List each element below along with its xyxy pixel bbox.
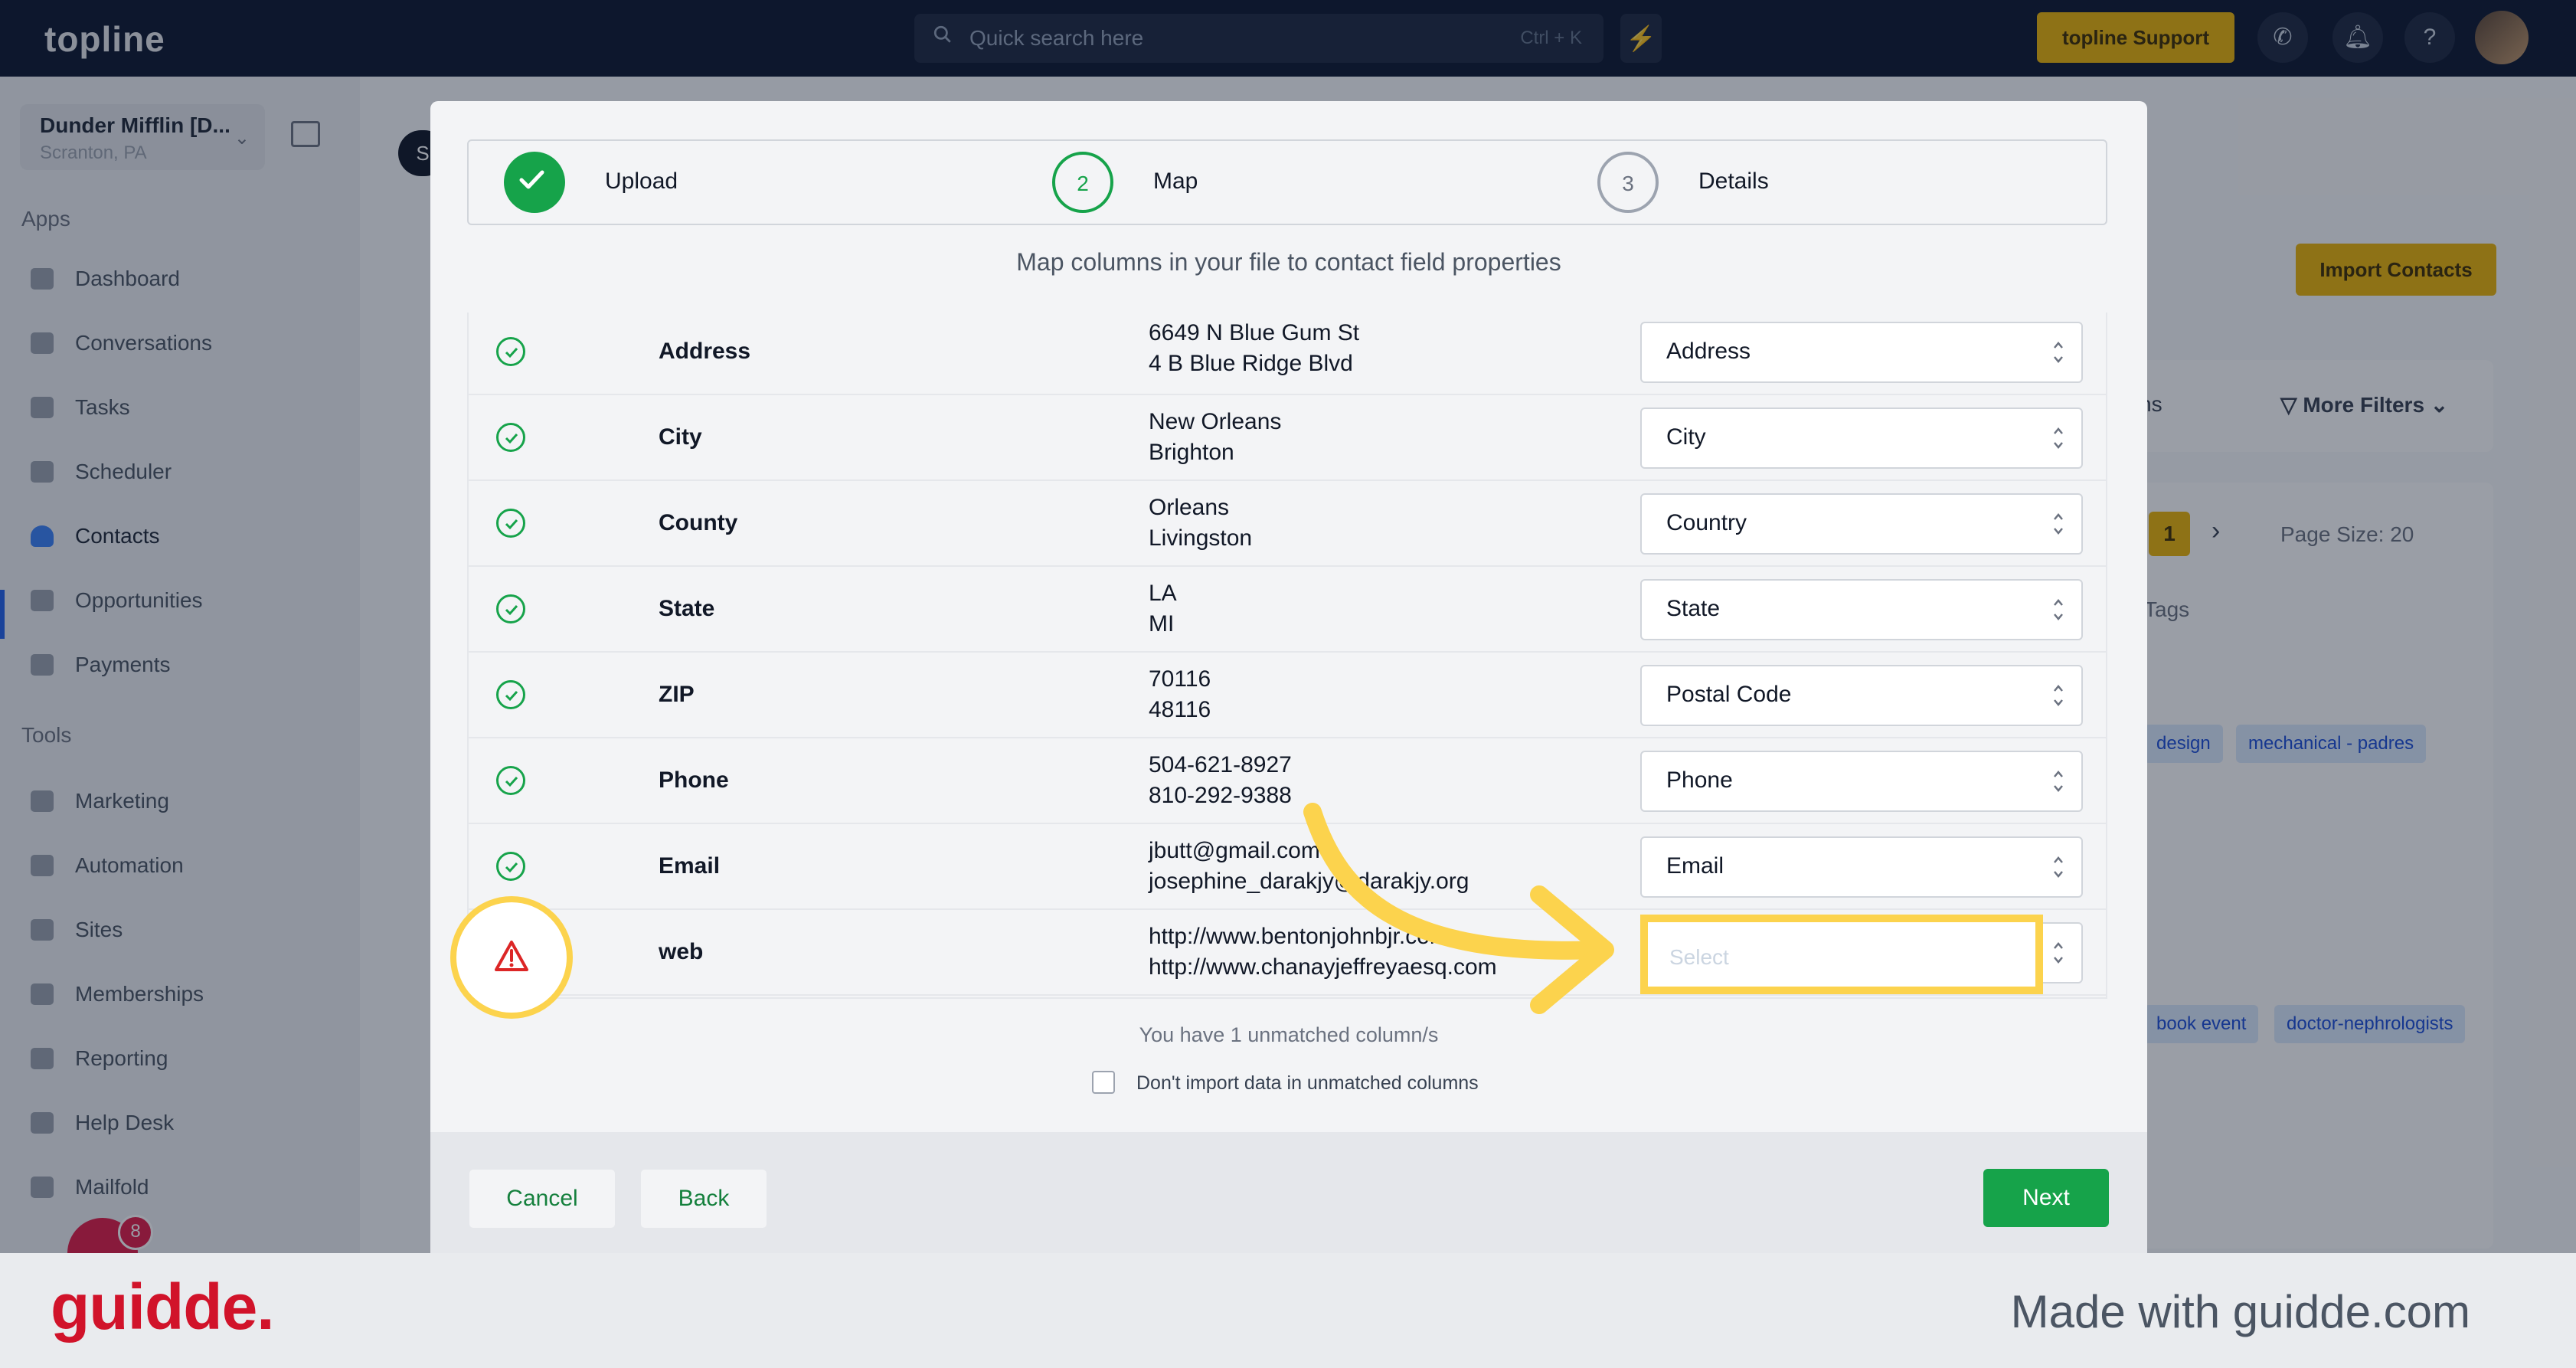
select-arrows-icon xyxy=(2054,771,2063,792)
cancel-button[interactable]: Cancel xyxy=(469,1169,616,1229)
sample-value: New Orleans xyxy=(1149,409,1282,434)
step-upload-complete xyxy=(504,152,565,213)
field-select[interactable]: Postal Code xyxy=(1640,665,2083,726)
table-row: ZIP 70116 48116 Postal Code xyxy=(469,653,2106,738)
table-row: County Orleans Livingston Country xyxy=(469,481,2106,567)
sample-value: Orleans xyxy=(1149,495,1230,520)
select-placeholder: Select xyxy=(1669,945,1729,969)
select-arrows-icon xyxy=(2054,856,2063,878)
step-map-number: 2 xyxy=(1052,152,1113,213)
column-name: State xyxy=(659,596,715,621)
import-mapping-modal: Upload 2 Map 3 Details Map columns in yo… xyxy=(430,101,2147,1253)
mapping-table: Address 6649 N Blue Gum St 4 B Blue Ridg… xyxy=(467,313,2107,999)
sample-value: 48116 xyxy=(1149,697,1211,722)
field-select-value: Country xyxy=(1666,510,1747,535)
field-select[interactable]: State xyxy=(1640,579,2083,640)
select-arrows-icon xyxy=(2054,599,2063,620)
column-name: Phone xyxy=(659,767,729,793)
warning-icon xyxy=(495,941,528,971)
sample-value: Livingston xyxy=(1149,525,1253,551)
modal-footer: Cancel Back Next xyxy=(430,1132,2147,1253)
web-field-select-highlight[interactable]: Select xyxy=(1640,915,2043,994)
select-arrows-icon xyxy=(2054,342,2063,363)
column-name: ZIP xyxy=(659,682,695,707)
sample-value: MI xyxy=(1149,611,1175,637)
sample-value: 70116 xyxy=(1149,666,1211,692)
field-select-value: City xyxy=(1666,424,1706,450)
unmatched-count: You have 1 unmatched column/s xyxy=(1139,1023,1439,1046)
field-select[interactable]: Phone xyxy=(1640,751,2083,812)
pointer-arrow-icon xyxy=(1303,803,1614,1014)
guidde-logo: guidde. xyxy=(51,1271,275,1343)
field-select[interactable]: Address xyxy=(1640,322,2083,383)
table-row: Phone 504-621-8927 810-292-9388 Phone xyxy=(469,738,2106,824)
matched-check-icon xyxy=(496,766,525,795)
field-select-value: Address xyxy=(1666,339,1751,364)
table-row: Email jbutt@gmail.com josephine_darakjy@… xyxy=(469,824,2106,910)
import-stepper: Upload 2 Map 3 Details xyxy=(467,139,2107,225)
field-select-value: Phone xyxy=(1666,767,1733,793)
select-arrows-icon xyxy=(2054,685,2063,706)
dont-import-checkbox[interactable] xyxy=(1092,1071,1115,1094)
matched-check-icon xyxy=(496,337,525,366)
dont-import-label: Don't import data in unmatched columns xyxy=(1136,1072,1479,1094)
sample-value: LA xyxy=(1149,581,1177,606)
matched-check-icon xyxy=(496,509,525,538)
field-select[interactable]: City xyxy=(1640,407,2083,469)
column-name: Address xyxy=(659,339,751,364)
select-arrows-icon xyxy=(2054,942,2063,964)
table-row: City New Orleans Brighton City xyxy=(469,395,2106,481)
field-select-value: State xyxy=(1666,596,1721,621)
step-details-number: 3 xyxy=(1597,152,1659,213)
column-name: web xyxy=(659,939,704,964)
step-details-label: Details xyxy=(1698,169,1769,194)
sample-value: 504-621-8927 xyxy=(1149,752,1292,777)
field-select-value: Email xyxy=(1666,853,1724,879)
select-arrows-icon xyxy=(2054,427,2063,449)
field-select[interactable]: Email xyxy=(1640,836,2083,898)
table-row: Address 6649 N Blue Gum St 4 B Blue Ridg… xyxy=(469,309,2106,395)
matched-check-icon xyxy=(496,680,525,709)
checkmark-icon xyxy=(519,170,544,189)
field-select[interactable]: Country xyxy=(1640,493,2083,555)
warning-highlight xyxy=(450,896,573,1019)
step-map-label: Map xyxy=(1153,169,1198,194)
guidde-footer: guidde. Made with guidde.com xyxy=(0,1253,2576,1368)
field-select-value: Postal Code xyxy=(1666,682,1792,707)
column-name: County xyxy=(659,510,738,535)
matched-check-icon xyxy=(496,423,525,452)
sample-value: 810-292-9388 xyxy=(1149,783,1292,808)
next-button[interactable]: Next xyxy=(1983,1169,2109,1227)
column-name: Email xyxy=(659,853,721,879)
sample-value: 6649 N Blue Gum St xyxy=(1149,320,1360,345)
matched-check-icon xyxy=(496,594,525,623)
back-button[interactable]: Back xyxy=(640,1169,767,1229)
matched-check-icon xyxy=(496,852,525,881)
sample-value: Brighton xyxy=(1149,440,1234,465)
column-name: City xyxy=(659,424,702,450)
table-row: State LA MI State xyxy=(469,567,2106,653)
mapping-instructions: Map columns in your file to contact fiel… xyxy=(1016,248,1561,276)
sample-value: 4 B Blue Ridge Blvd xyxy=(1149,351,1353,376)
select-arrows-icon xyxy=(2054,513,2063,535)
made-with-text: Made with guidde.com xyxy=(2010,1286,2470,1337)
step-upload-label: Upload xyxy=(605,169,678,194)
